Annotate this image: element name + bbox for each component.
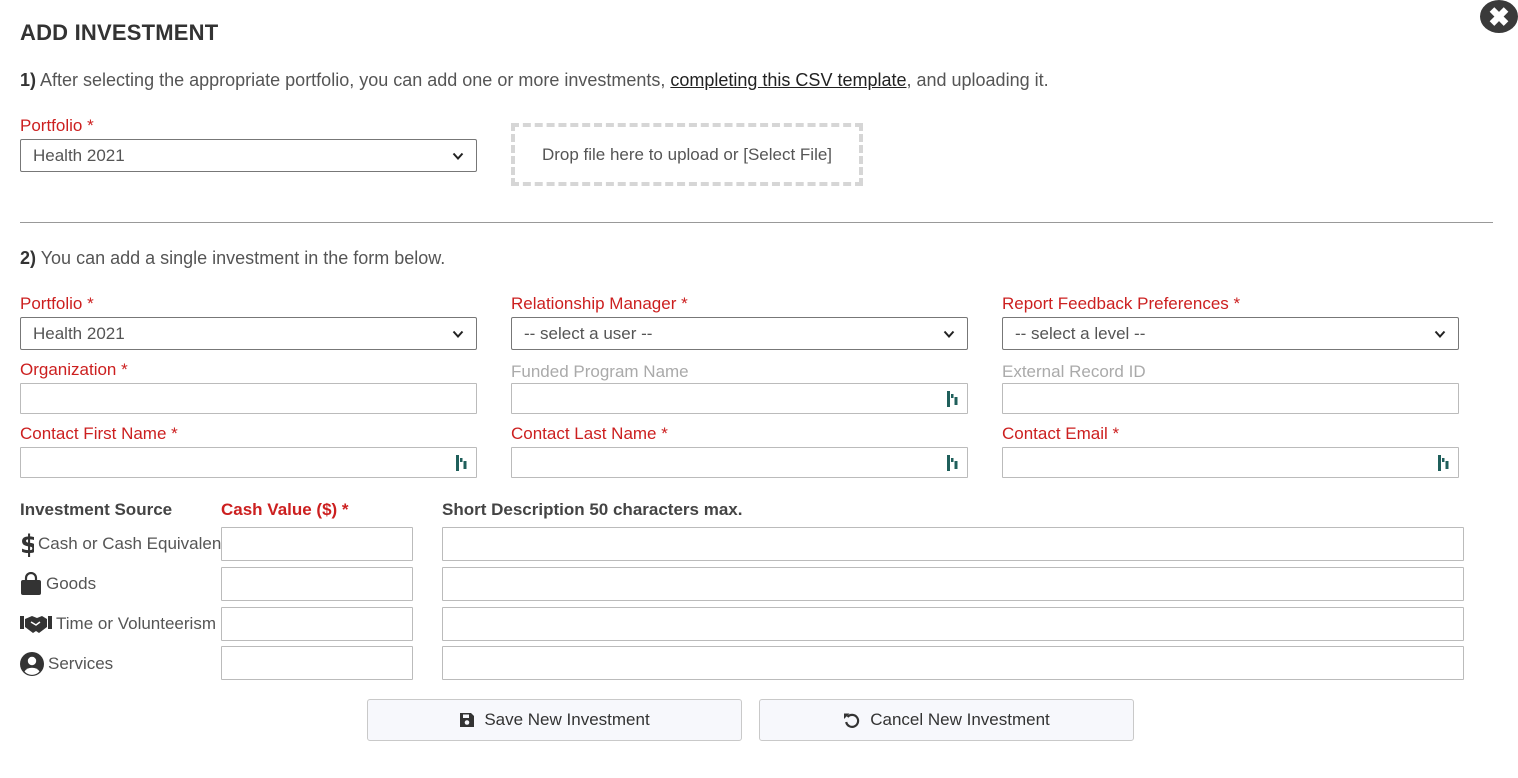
- report-feedback-select[interactable]: -- select a level --: [1002, 317, 1459, 350]
- description-input-services[interactable]: [442, 646, 1464, 680]
- handshake-icon: [20, 616, 52, 633]
- source-row-cash: $ Cash or Cash Equivalent: [20, 529, 226, 559]
- external-record-input[interactable]: [1002, 383, 1459, 414]
- cash-value-input-services[interactable]: [221, 646, 413, 680]
- contact-email-input[interactable]: [1002, 447, 1459, 478]
- relationship-manager-select[interactable]: -- select a user --: [511, 317, 968, 350]
- svg-text:$: $: [20, 530, 34, 558]
- user-circle-icon: [20, 652, 44, 676]
- step1-instructions: 1) After selecting the appropriate portf…: [20, 70, 1049, 91]
- cash-value-input-time[interactable]: [221, 607, 413, 641]
- autofill-icon[interactable]: [456, 455, 468, 471]
- organization-input[interactable]: [20, 383, 477, 414]
- save-icon: [460, 713, 475, 727]
- close-button[interactable]: ✖: [1480, 0, 1518, 33]
- investment-source-header: Investment Source: [20, 500, 173, 519]
- relationship-manager-label: Relationship Manager *: [511, 294, 688, 313]
- short-description-header: Short Description 50 characters max.: [442, 500, 743, 519]
- source-label-time: Time or Volunteerism: [56, 614, 216, 633]
- report-feedback-label: Report Feedback Preferences *: [1002, 294, 1241, 313]
- portfolio-label: Portfolio *: [20, 116, 94, 135]
- cash-value-input-goods[interactable]: [221, 567, 413, 601]
- organization-label: Organization *: [20, 360, 128, 379]
- step2-instructions: 2) You can add a single investment in th…: [20, 248, 445, 269]
- contact-email-label: Contact Email *: [1002, 424, 1120, 443]
- relationship-manager-value: -- select a user --: [524, 323, 653, 343]
- chevron-down-icon: [452, 330, 464, 338]
- upload-portfolio-value: Health 2021: [33, 145, 125, 165]
- file-dropzone[interactable]: Drop file here to upload or [Select File…: [511, 123, 863, 186]
- portfolio-value: Health 2021: [33, 323, 125, 343]
- step2-number: 2): [20, 248, 37, 268]
- source-label-services: Services: [48, 654, 114, 673]
- shopping-bag-icon: [21, 572, 41, 595]
- contact-first-name-label: Contact First Name *: [20, 424, 178, 443]
- report-feedback-value: -- select a level --: [1015, 323, 1146, 343]
- step1-number: 1): [20, 70, 37, 90]
- source-row-time: Time or Volunteerism: [20, 609, 216, 639]
- external-record-label: External Record ID: [1002, 362, 1146, 381]
- dollar-icon: $: [20, 530, 34, 558]
- chevron-down-icon: [943, 330, 955, 338]
- save-button[interactable]: Save New Investment: [367, 699, 742, 741]
- chevron-down-icon: [1434, 330, 1446, 338]
- contact-first-name-input[interactable]: [20, 447, 477, 478]
- page-title: ADD INVESTMENT: [20, 20, 219, 45]
- description-input-goods[interactable]: [442, 567, 1464, 601]
- cancel-button[interactable]: Cancel New Investment: [759, 699, 1134, 741]
- cash-value-header: Cash Value ($) *: [221, 500, 349, 519]
- funded-program-label: Funded Program Name: [511, 362, 689, 381]
- step1-text: After selecting the appropriate portfoli…: [36, 70, 671, 90]
- chevron-down-icon: [452, 152, 464, 160]
- autofill-icon[interactable]: [947, 455, 959, 471]
- upload-portfolio-select[interactable]: Health 2021: [20, 139, 477, 172]
- save-button-label: Save New Investment: [484, 710, 650, 729]
- dropzone-text: Drop file here to upload or [Select File…: [541, 144, 833, 164]
- portfolio-select[interactable]: Health 2021: [20, 317, 477, 350]
- cash-value-input-cash[interactable]: [221, 527, 413, 561]
- portfolio-label-2: Portfolio *: [20, 294, 94, 313]
- source-label-goods: Goods: [46, 574, 97, 593]
- autofill-icon[interactable]: [1438, 455, 1450, 471]
- description-input-cash[interactable]: [442, 527, 1464, 561]
- step2-text: You can add a single investment in the f…: [36, 248, 446, 268]
- autofill-icon[interactable]: [947, 391, 959, 407]
- undo-icon: [844, 713, 860, 728]
- description-input-time[interactable]: [442, 607, 1464, 641]
- step1-text-after: , and uploading it.: [906, 70, 1049, 90]
- contact-last-name-label: Contact Last Name *: [511, 424, 668, 443]
- funded-program-input[interactable]: [511, 383, 968, 414]
- source-row-goods: Goods: [20, 569, 96, 599]
- source-row-services: Services: [20, 649, 113, 679]
- cancel-button-label: Cancel New Investment: [870, 710, 1050, 729]
- section-divider: [20, 222, 1493, 223]
- csv-template-link[interactable]: completing this CSV template: [670, 70, 906, 90]
- close-icon: ✖: [1488, 1, 1510, 32]
- contact-last-name-input[interactable]: [511, 447, 968, 478]
- source-label-cash: Cash or Cash Equivalent: [38, 534, 227, 553]
